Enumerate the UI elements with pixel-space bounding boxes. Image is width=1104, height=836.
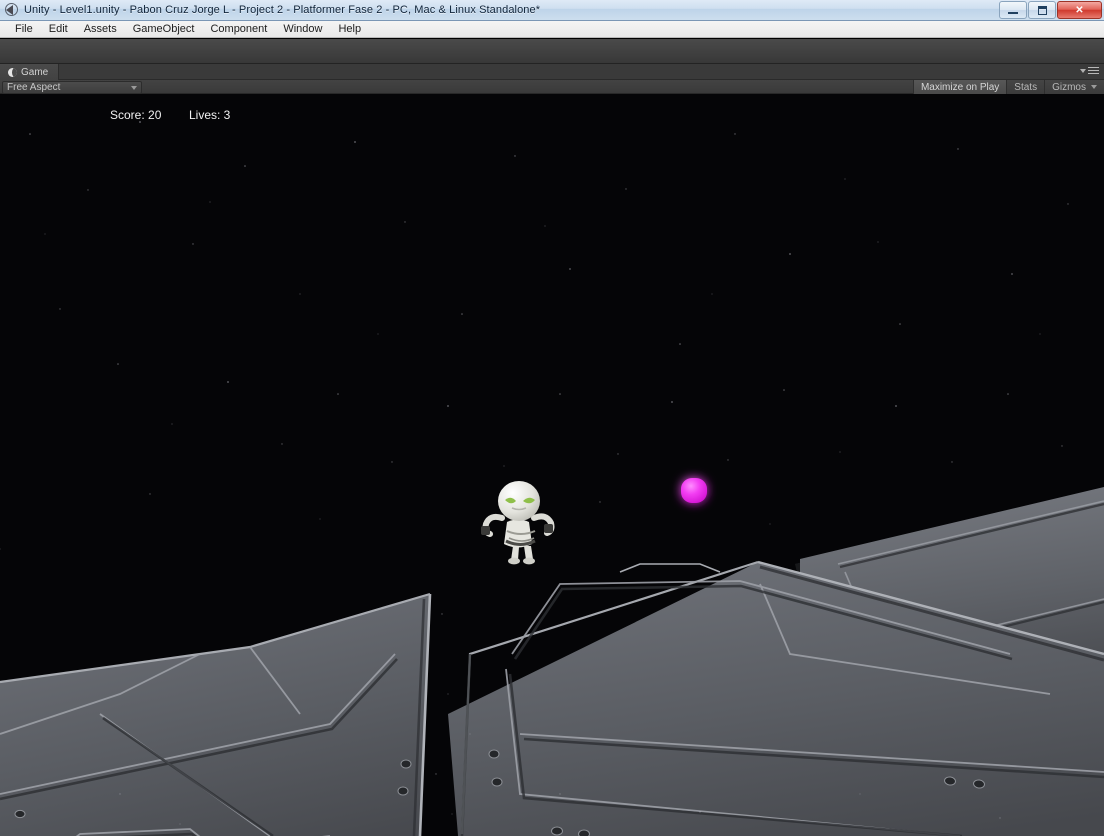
- maximize-button[interactable]: [1028, 1, 1056, 19]
- menu-help[interactable]: Help: [330, 21, 369, 37]
- gizmos-label: Gizmos: [1052, 82, 1086, 93]
- chevron-down-icon: [131, 86, 137, 90]
- aspect-ratio-dropdown[interactable]: Free Aspect: [2, 81, 142, 94]
- main-toolbar: ✋ ✥ ↻ ⤢ Center Local: [0, 39, 1104, 64]
- menu-bar: File Edit Assets GameObject Component Wi…: [0, 21, 1104, 38]
- tab-game-label: Game: [21, 67, 48, 78]
- starfield: [0, 94, 1104, 836]
- minimize-button[interactable]: [999, 1, 1027, 19]
- panel-options-menu[interactable]: [1080, 67, 1099, 74]
- unity-editor-window: Unity - Level1.unity - Pabon Cruz Jorge …: [0, 0, 1104, 836]
- menu-window[interactable]: Window: [275, 21, 330, 37]
- menu-component[interactable]: Component: [202, 21, 275, 37]
- game-view-icon: [8, 68, 17, 77]
- gizmos-button[interactable]: Gizmos: [1044, 80, 1104, 94]
- tab-game[interactable]: Game: [0, 64, 59, 80]
- aspect-ratio-label: Free Aspect: [7, 82, 60, 93]
- title-bar: Unity - Level1.unity - Pabon Cruz Jorge …: [0, 0, 1104, 21]
- chevron-down-icon: [1080, 69, 1086, 73]
- menu-assets[interactable]: Assets: [76, 21, 125, 37]
- window-controls: ✕: [999, 1, 1102, 19]
- close-button[interactable]: ✕: [1057, 1, 1102, 19]
- maximize-on-play-button[interactable]: Maximize on Play: [913, 80, 1006, 94]
- game-view-render[interactable]: Score: 20 Lives: 3: [0, 94, 1104, 836]
- menu-gameobject[interactable]: GameObject: [125, 21, 203, 37]
- window-title: Unity - Level1.unity - Pabon Cruz Jorge …: [24, 4, 540, 16]
- game-view-toggles: Maximize on Play Stats Gizmos: [913, 80, 1104, 94]
- unity-icon: [4, 2, 20, 18]
- menu-file[interactable]: File: [7, 21, 41, 37]
- hamburger-icon: [1088, 67, 1099, 74]
- stats-button[interactable]: Stats: [1006, 80, 1044, 94]
- panel-tab-bar: Game: [0, 64, 1104, 80]
- game-view-toolbar: Free Aspect Maximize on Play Stats Gizmo…: [0, 80, 1104, 94]
- chevron-down-icon: [1091, 85, 1097, 89]
- menu-edit[interactable]: Edit: [41, 21, 76, 37]
